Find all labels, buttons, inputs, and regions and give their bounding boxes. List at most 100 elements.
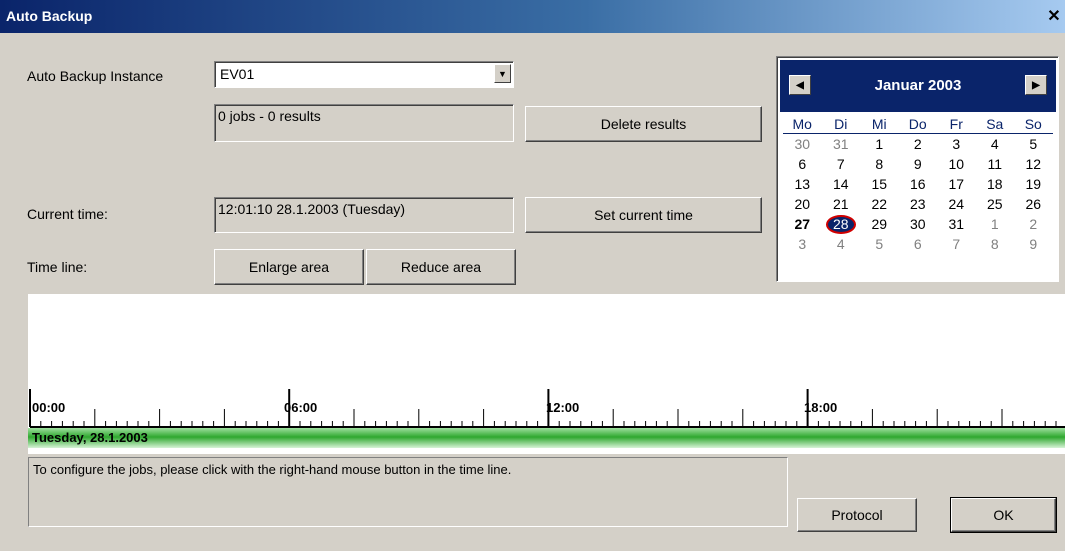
- calendar-day[interactable]: 3: [937, 134, 976, 154]
- calendar-day[interactable]: 16: [899, 174, 938, 194]
- calendar-day[interactable]: 4: [822, 234, 861, 254]
- calendar-day[interactable]: 30: [899, 214, 938, 234]
- calendar-day[interactable]: 13: [783, 174, 822, 194]
- calendar-day-number: 12: [1025, 156, 1042, 172]
- calendar-day-number: 7: [836, 156, 845, 172]
- weekday-label: Do: [898, 114, 937, 134]
- calendar-day[interactable]: 10: [937, 154, 976, 174]
- weekday-label: Di: [821, 114, 860, 134]
- calendar-day-number: 6: [798, 156, 807, 172]
- calendar-day-number: 31: [948, 216, 965, 232]
- weekday-label: So: [1014, 114, 1053, 134]
- instance-value: EV01: [220, 66, 255, 82]
- calendar-day-number: 6: [913, 236, 922, 252]
- calendar-day[interactable]: 31: [937, 214, 976, 234]
- calendar-day-number: 11: [987, 156, 1003, 172]
- calendar-day[interactable]: 14: [822, 174, 861, 194]
- calendar-day-number: 5: [1029, 136, 1038, 152]
- timeline[interactable]: 00:00 06:00 12:00 18:00 Tuesday, 28.1.2003: [28, 294, 1065, 454]
- calendar-day-number: 17: [948, 176, 965, 192]
- day-label: Tuesday, 28.1.2003: [32, 430, 148, 445]
- calendar-day[interactable]: 26: [1014, 194, 1053, 214]
- calendar-day[interactable]: 19: [1014, 174, 1053, 194]
- calendar-day[interactable]: 21: [822, 194, 861, 214]
- calendar-day[interactable]: 23: [899, 194, 938, 214]
- calendar-day-number: 5: [875, 236, 884, 252]
- current-time-value: 12:01:10 28.1.2003 (Tuesday): [214, 197, 514, 233]
- calendar-day-number: 30: [909, 216, 926, 232]
- calendar-day[interactable]: 18: [976, 174, 1015, 194]
- day-band[interactable]: Tuesday, 28.1.2003: [28, 428, 1065, 448]
- calendar-day-number: 8: [875, 156, 884, 172]
- calendar-week: 30 31 1 2 3 4 5: [783, 134, 1053, 154]
- timeline-hour-label: 06:00: [284, 400, 317, 415]
- calendar-day-number: 13: [794, 176, 811, 192]
- calendar-day[interactable]: 24: [937, 194, 976, 214]
- calendar-day-number: 28: [825, 215, 856, 234]
- calendar-day[interactable]: 30: [783, 134, 822, 154]
- calendar-week: 3 4 5 6 7 8 9: [783, 234, 1053, 254]
- calendar-day[interactable]: 5: [1014, 134, 1053, 154]
- timeline-label: Time line:: [27, 259, 88, 275]
- calendar-day[interactable]: 11: [976, 154, 1015, 174]
- protocol-button[interactable]: Protocol: [797, 498, 917, 532]
- jobs-summary: 0 jobs - 0 results: [214, 104, 514, 142]
- calendar-day[interactable]: 2: [1014, 214, 1053, 234]
- calendar-day[interactable]: 1: [860, 134, 899, 154]
- instance-select[interactable]: EV01 ▼: [214, 61, 514, 88]
- calendar-day-number: 20: [794, 196, 811, 212]
- calendar-day-number: 14: [832, 176, 849, 192]
- weekday-label: Sa: [975, 114, 1014, 134]
- calendar-day-number: 24: [948, 196, 965, 212]
- month-calendar[interactable]: ◀ Januar 2003 ▶ Mo Di Mi Do Fr Sa So 30 31 1 2 3 4 5 6…: [776, 56, 1059, 282]
- calendar-day-number: 16: [909, 176, 926, 192]
- calendar-day[interactable]: 9: [1014, 234, 1053, 254]
- calendar-day[interactable]: 12: [1014, 154, 1053, 174]
- timeline-hour-label: 00:00: [32, 400, 65, 415]
- chevron-down-icon[interactable]: ▼: [494, 64, 511, 83]
- next-month-icon[interactable]: ▶: [1025, 75, 1047, 95]
- calendar-day[interactable]: 17: [937, 174, 976, 194]
- set-current-time-button[interactable]: Set current time: [525, 197, 762, 233]
- calendar-day-number: 3: [952, 136, 961, 152]
- calendar-day[interactable]: 1: [976, 214, 1015, 234]
- calendar-day[interactable]: 7: [937, 234, 976, 254]
- calendar-day[interactable]: 6: [899, 234, 938, 254]
- calendar-day-number: 8: [990, 236, 999, 252]
- calendar-day[interactable]: 5: [860, 234, 899, 254]
- calendar-day[interactable]: 29: [860, 214, 899, 234]
- calendar-header: ◀ Januar 2003 ▶: [780, 60, 1056, 112]
- calendar-day[interactable]: 8: [860, 154, 899, 174]
- calendar-day[interactable]: 15: [860, 174, 899, 194]
- calendar-day-selected[interactable]: 28: [822, 214, 861, 234]
- weekday-label: Mo: [783, 114, 822, 134]
- calendar-day[interactable]: 2: [899, 134, 938, 154]
- calendar-day-number: 1: [990, 216, 999, 232]
- calendar-day[interactable]: 8: [976, 234, 1015, 254]
- calendar-day-number: 2: [1029, 216, 1038, 232]
- calendar-day[interactable]: 27: [783, 214, 822, 234]
- calendar-day-number: 7: [952, 236, 961, 252]
- timeline-ruler[interactable]: 00:00 06:00 12:00 18:00: [28, 294, 1065, 428]
- ok-button[interactable]: OK: [950, 497, 1057, 533]
- calendar-day[interactable]: 25: [976, 194, 1015, 214]
- calendar-day[interactable]: 6: [783, 154, 822, 174]
- weekday-label: Mi: [860, 114, 899, 134]
- timeline-hour-label: 12:00: [546, 400, 579, 415]
- calendar-week: 27 28 29 30 31 1 2: [783, 214, 1053, 234]
- calendar-day[interactable]: 31: [822, 134, 861, 154]
- title-bar: Auto Backup ✕: [0, 0, 1065, 33]
- delete-results-button[interactable]: Delete results: [525, 106, 762, 142]
- calendar-day-number: 31: [832, 136, 849, 152]
- calendar-day[interactable]: 20: [783, 194, 822, 214]
- calendar-week: 20 21 22 23 24 25 26: [783, 194, 1053, 214]
- calendar-day[interactable]: 4: [976, 134, 1015, 154]
- calendar-day[interactable]: 22: [860, 194, 899, 214]
- calendar-day[interactable]: 9: [899, 154, 938, 174]
- calendar-day-number: 10: [948, 156, 965, 172]
- enlarge-area-button[interactable]: Enlarge area: [214, 249, 364, 285]
- close-icon[interactable]: ✕: [1045, 8, 1063, 26]
- calendar-day[interactable]: 7: [822, 154, 861, 174]
- reduce-area-button[interactable]: Reduce area: [366, 249, 516, 285]
- calendar-day[interactable]: 3: [783, 234, 822, 254]
